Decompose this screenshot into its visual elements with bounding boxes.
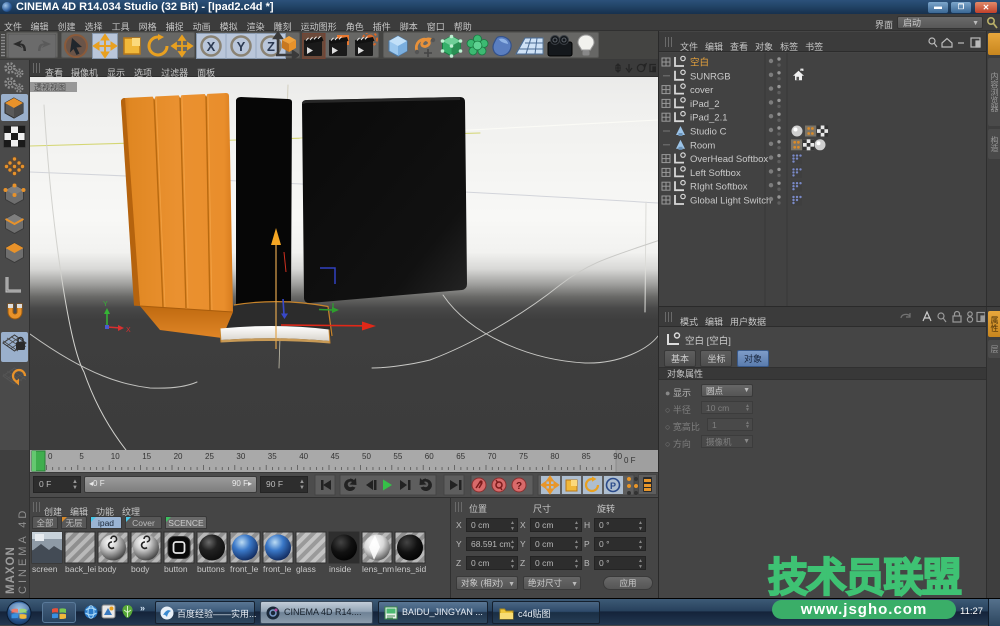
svg-text:MAXON: MAXON [5, 546, 17, 594]
svg-text:OverHead Softbox: OverHead Softbox [690, 154, 768, 165]
svg-text:body: body [131, 564, 150, 574]
svg-text:iPad_2: iPad_2 [690, 99, 720, 110]
svg-text:lens_sid: lens_sid [395, 564, 426, 574]
svg-text:25: 25 [205, 452, 214, 461]
svg-text:0: 0 [48, 452, 53, 461]
svg-text:glass: glass [296, 564, 316, 574]
svg-text:front_le: front_le [230, 564, 259, 574]
svg-text:cover: cover [690, 85, 713, 96]
svg-text:X: X [207, 39, 216, 54]
svg-text:X: X [126, 327, 131, 334]
svg-text:inside: inside [329, 564, 351, 574]
svg-text:button: button [164, 564, 188, 574]
svg-text:front_le: front_le [263, 564, 292, 574]
svg-text:10: 10 [111, 452, 120, 461]
svg-text:空白: 空白 [690, 57, 709, 69]
svg-text:Y: Y [237, 39, 246, 54]
svg-text:Global Light Switch: Global Light Switch [690, 196, 771, 207]
svg-text:Room: Room [690, 140, 715, 151]
svg-text:P: P [610, 481, 616, 491]
svg-text:35: 35 [268, 452, 277, 461]
svg-text:Studio C: Studio C [690, 127, 727, 138]
svg-text:?: ? [516, 481, 522, 492]
svg-text:80: 80 [550, 452, 559, 461]
svg-text:SUNRGB: SUNRGB [690, 71, 731, 82]
svg-text:85: 85 [582, 452, 591, 461]
svg-text:50: 50 [362, 452, 371, 461]
svg-text:Left Softbox: Left Softbox [690, 168, 741, 179]
svg-text:75: 75 [519, 452, 528, 461]
svg-text:60: 60 [425, 452, 434, 461]
svg-text:65: 65 [456, 452, 465, 461]
svg-text:45: 45 [331, 452, 340, 461]
svg-text:RIght Softbox: RIght Softbox [690, 182, 748, 193]
svg-text:15: 15 [142, 452, 151, 461]
svg-text:透视视图: 透视视图 [34, 82, 66, 92]
svg-text:70: 70 [488, 452, 497, 461]
svg-text:buttons: buttons [197, 564, 225, 574]
svg-text:0 F: 0 F [624, 456, 636, 465]
svg-text:lens_nm: lens_nm [362, 564, 394, 574]
svg-text:back_lei: back_lei [65, 564, 96, 574]
svg-text:CINEMA 4D: CINEMA 4D [17, 508, 29, 594]
svg-text:screen: screen [32, 564, 58, 574]
svg-text:body: body [98, 564, 117, 574]
svg-text:iPad_2.1: iPad_2.1 [690, 113, 728, 124]
svg-text:5: 5 [79, 452, 84, 461]
svg-text:55: 55 [393, 452, 402, 461]
svg-text:20: 20 [174, 452, 183, 461]
svg-text:90: 90 [613, 452, 622, 461]
svg-text:40: 40 [299, 452, 308, 461]
svg-text:30: 30 [236, 452, 245, 461]
svg-text:Y: Y [103, 301, 108, 308]
